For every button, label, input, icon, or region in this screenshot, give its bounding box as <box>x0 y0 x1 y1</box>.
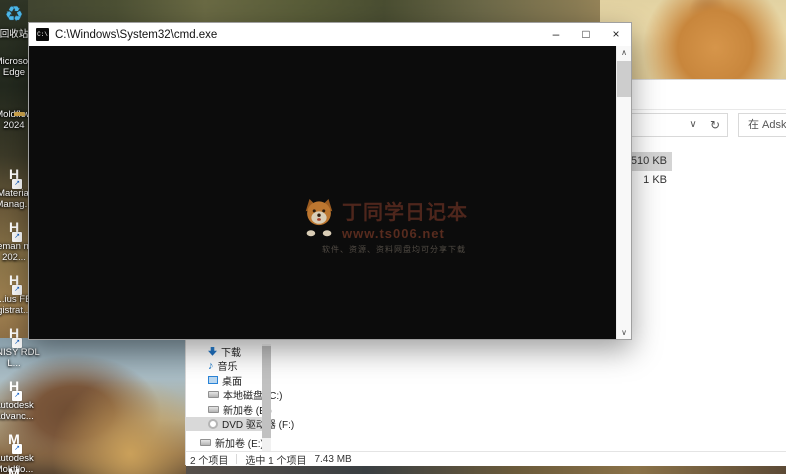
shortcut-arrow-badge: ↗ <box>12 338 22 348</box>
cmd-window: C:\ C:\Windows\System32\cmd.exe – □ × ∧ … <box>28 22 632 340</box>
explorer-status-bar: 2 个项目 选中 1 个项目 7.43 MB <box>186 451 786 466</box>
cmd-titlebar[interactable]: C:\ C:\Windows\System32\cmd.exe – □ × <box>29 23 631 46</box>
watermark-title: 丁同学日记本 <box>342 196 468 225</box>
sidebar-item-downloads[interactable]: 下载 <box>186 344 264 359</box>
cmd-console-area[interactable] <box>29 46 616 339</box>
maximize-button[interactable]: □ <box>571 23 601 46</box>
status-selected-info: 选中 1 个项目 <box>245 452 306 467</box>
sidebar-item-label: 本地磁盘 (C:) <box>223 387 282 402</box>
sidebar-item-volume-e2[interactable]: 新加卷 (E:) <box>186 435 264 450</box>
close-button[interactable]: × <box>601 23 631 46</box>
sidebar-item-label: DVD 驱动器 (F:) <box>222 416 294 431</box>
shiba-dog-logo-icon <box>300 197 338 241</box>
sidebar-item-dvd-drive-f[interactable]: DVD 驱动器 (F:) <box>186 417 264 432</box>
desktop: ♻ 回收站 Microsoft Edge Moldflow 2024 H↗ Ma… <box>0 0 786 474</box>
cmd-icon: C:\ <box>36 28 49 41</box>
scroll-down-icon[interactable]: ∨ <box>617 326 631 339</box>
scroll-up-icon[interactable]: ∧ <box>617 46 631 59</box>
watermark-url: www.ts006.net <box>342 226 468 241</box>
volume-icon <box>208 406 219 413</box>
shortcut-arrow-badge: ↗ <box>12 391 22 401</box>
watermark-subtitle: 软件、资源、资料网盘均可分享下载 <box>300 244 488 255</box>
minimize-button[interactable]: – <box>541 23 571 46</box>
sidebar-item-local-disk-c[interactable]: 本地磁盘 (C:) <box>186 388 264 403</box>
recycle-bin-icon: ♻ <box>5 3 24 26</box>
sidebar-item-volume-e[interactable]: 新加卷 (E:) <box>186 402 264 417</box>
shortcut-arrow-badge: ↗ <box>12 444 22 454</box>
volume-icon <box>200 439 211 446</box>
dvd-drive-icon <box>208 419 218 429</box>
status-selected-size: 7.43 MB <box>314 454 351 465</box>
sidebar-item-desktop[interactable]: 桌面 <box>186 373 264 388</box>
desktop-icon <box>208 376 218 384</box>
sidebar-item-label: 新加卷 (E:) <box>215 435 264 450</box>
window-controls: – □ × <box>541 23 631 46</box>
watermark: 丁同学日记本 www.ts006.net 软件、资源、资料网盘均可分享下载 <box>300 196 488 255</box>
local-disk-icon <box>208 391 219 398</box>
sidebar-item-music[interactable]: ♪ 音乐 <box>186 359 264 374</box>
cmd-scrollbar[interactable]: ∧ ∨ <box>616 46 631 339</box>
shortcut-arrow-badge: ↗ <box>12 285 22 295</box>
app-h-icon: H↗ <box>0 373 40 399</box>
shortcut-arrow-badge: ↗ <box>12 232 22 242</box>
desktop-icon-app-5[interactable]: H↗ Autodesk Advanc... <box>0 373 40 423</box>
sidebar-item-label: 音乐 <box>218 358 238 373</box>
shortcut-arrow-badge: ↗ <box>12 179 22 189</box>
search-input[interactable]: 在 AdskNI <box>738 113 786 137</box>
scrollbar-thumb[interactable] <box>617 61 631 97</box>
explorer-nav-pane: 下载 ♪ 音乐 桌面 本地磁盘 (C:) 新加卷 (E:) DVD 驱动器 (F… <box>186 344 264 468</box>
downloads-icon <box>208 347 217 356</box>
app-m-icon: M <box>0 460 40 474</box>
cmd-window-title: C:\Windows\System32\cmd.exe <box>55 29 217 41</box>
music-icon: ♪ <box>208 361 214 371</box>
status-item-count: 2 个项目 <box>190 452 228 467</box>
desktop-icon-label: ...NISY RDL L... <box>0 348 40 370</box>
app-m-icon: M↗ <box>0 426 40 452</box>
nav-pane-scrollbar[interactable]: ∨ <box>262 344 271 451</box>
scrollbar-thumb[interactable] <box>262 346 271 438</box>
chevron-down-icon[interactable]: ∨ <box>683 114 703 136</box>
sidebar-item-label: 下载 <box>221 344 241 359</box>
refresh-icon[interactable]: ↻ <box>705 114 725 136</box>
status-divider <box>236 454 237 464</box>
wallpaper-top-strip <box>0 0 640 22</box>
desktop-icon-label: Autodesk Advanc... <box>0 401 40 423</box>
sidebar-item-label: 桌面 <box>222 373 242 388</box>
desktop-icon-app-7[interactable]: M <box>0 460 40 474</box>
